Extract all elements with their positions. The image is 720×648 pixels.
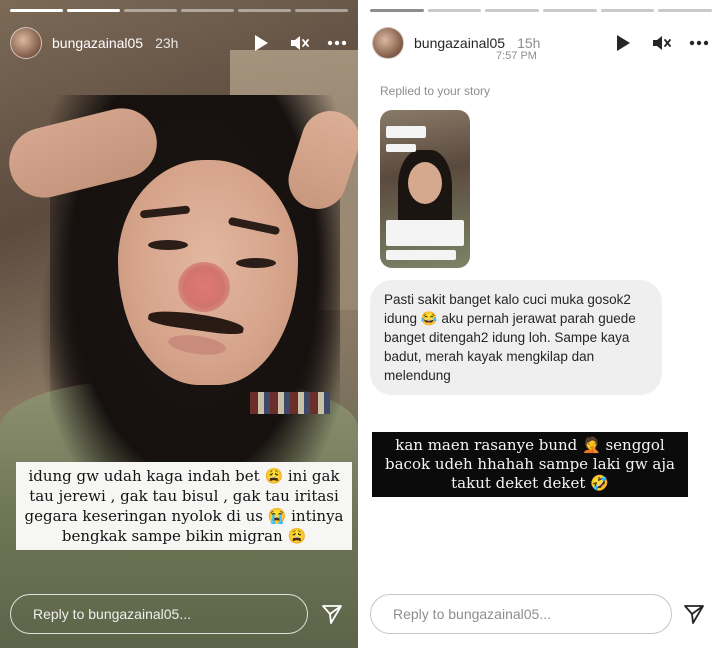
reply-input[interactable] <box>33 606 307 622</box>
reply-bar[interactable] <box>370 594 672 634</box>
post-time: 23h <box>155 35 179 51</box>
red-nose <box>178 262 230 312</box>
left-eye <box>148 240 188 250</box>
more-icon[interactable] <box>688 32 710 54</box>
send-icon[interactable] <box>682 602 706 626</box>
progress-segment <box>658 9 713 12</box>
background-shelf <box>250 392 330 414</box>
story-controls <box>250 32 348 54</box>
thumbnail-text-card <box>386 144 416 152</box>
replied-label: Replied to your story <box>380 84 491 98</box>
message-timestamp: 7:57 PM <box>496 50 537 62</box>
username[interactable]: bungazainal05 <box>414 35 505 51</box>
progress-segment <box>370 9 424 12</box>
story-thumbnail[interactable] <box>380 110 470 268</box>
progress-segment <box>295 9 348 12</box>
post-time: 15h <box>517 35 541 51</box>
progress-segment <box>427 9 482 12</box>
thumbnail-text-card <box>386 126 426 138</box>
progress-segment <box>543 9 597 12</box>
play-icon[interactable] <box>612 32 634 54</box>
story-header: bungazainal05 15h <box>372 26 710 60</box>
reply-input[interactable] <box>393 606 671 622</box>
screenshot-composite: bungazainal05 23h idung gw udah kaga ind… <box>0 0 720 648</box>
story-text-sticker: kan maen rasanye bund 🤦 senggol bacok ud… <box>372 432 688 497</box>
play-icon[interactable] <box>250 32 272 54</box>
progress-segment <box>600 9 655 12</box>
progress-segment <box>124 9 177 12</box>
progress-segment <box>485 9 540 12</box>
thumbnail-text-card <box>386 220 464 246</box>
story-caption: idung gw udah kaga indah bet 😩 ini gak t… <box>16 462 352 550</box>
progress-segment <box>67 9 120 12</box>
story-controls <box>612 32 710 54</box>
progress-segment <box>238 9 291 12</box>
progress-segment <box>181 9 234 12</box>
progress-segment <box>10 9 63 12</box>
story-left[interactable]: bungazainal05 23h idung gw udah kaga ind… <box>0 0 358 648</box>
more-icon[interactable] <box>326 32 348 54</box>
send-icon[interactable] <box>320 602 344 626</box>
thumbnail-text-card <box>386 250 456 260</box>
story-right[interactable]: bungazainal05 15h 7:57 PM Replied to you… <box>362 0 720 648</box>
story-header: bungazainal05 23h <box>10 26 348 60</box>
story-progress <box>370 9 713 12</box>
message-bubble: Pasti sakit banget kalo cuci muka gosok2… <box>370 280 662 395</box>
story-progress <box>10 9 348 12</box>
right-eye <box>236 258 276 268</box>
mute-icon[interactable] <box>650 32 672 54</box>
avatar[interactable] <box>372 27 404 59</box>
username[interactable]: bungazainal05 <box>52 35 143 51</box>
thumbnail-face <box>408 162 442 204</box>
reply-bar[interactable] <box>10 594 308 634</box>
avatar[interactable] <box>10 27 42 59</box>
mute-icon[interactable] <box>288 32 310 54</box>
